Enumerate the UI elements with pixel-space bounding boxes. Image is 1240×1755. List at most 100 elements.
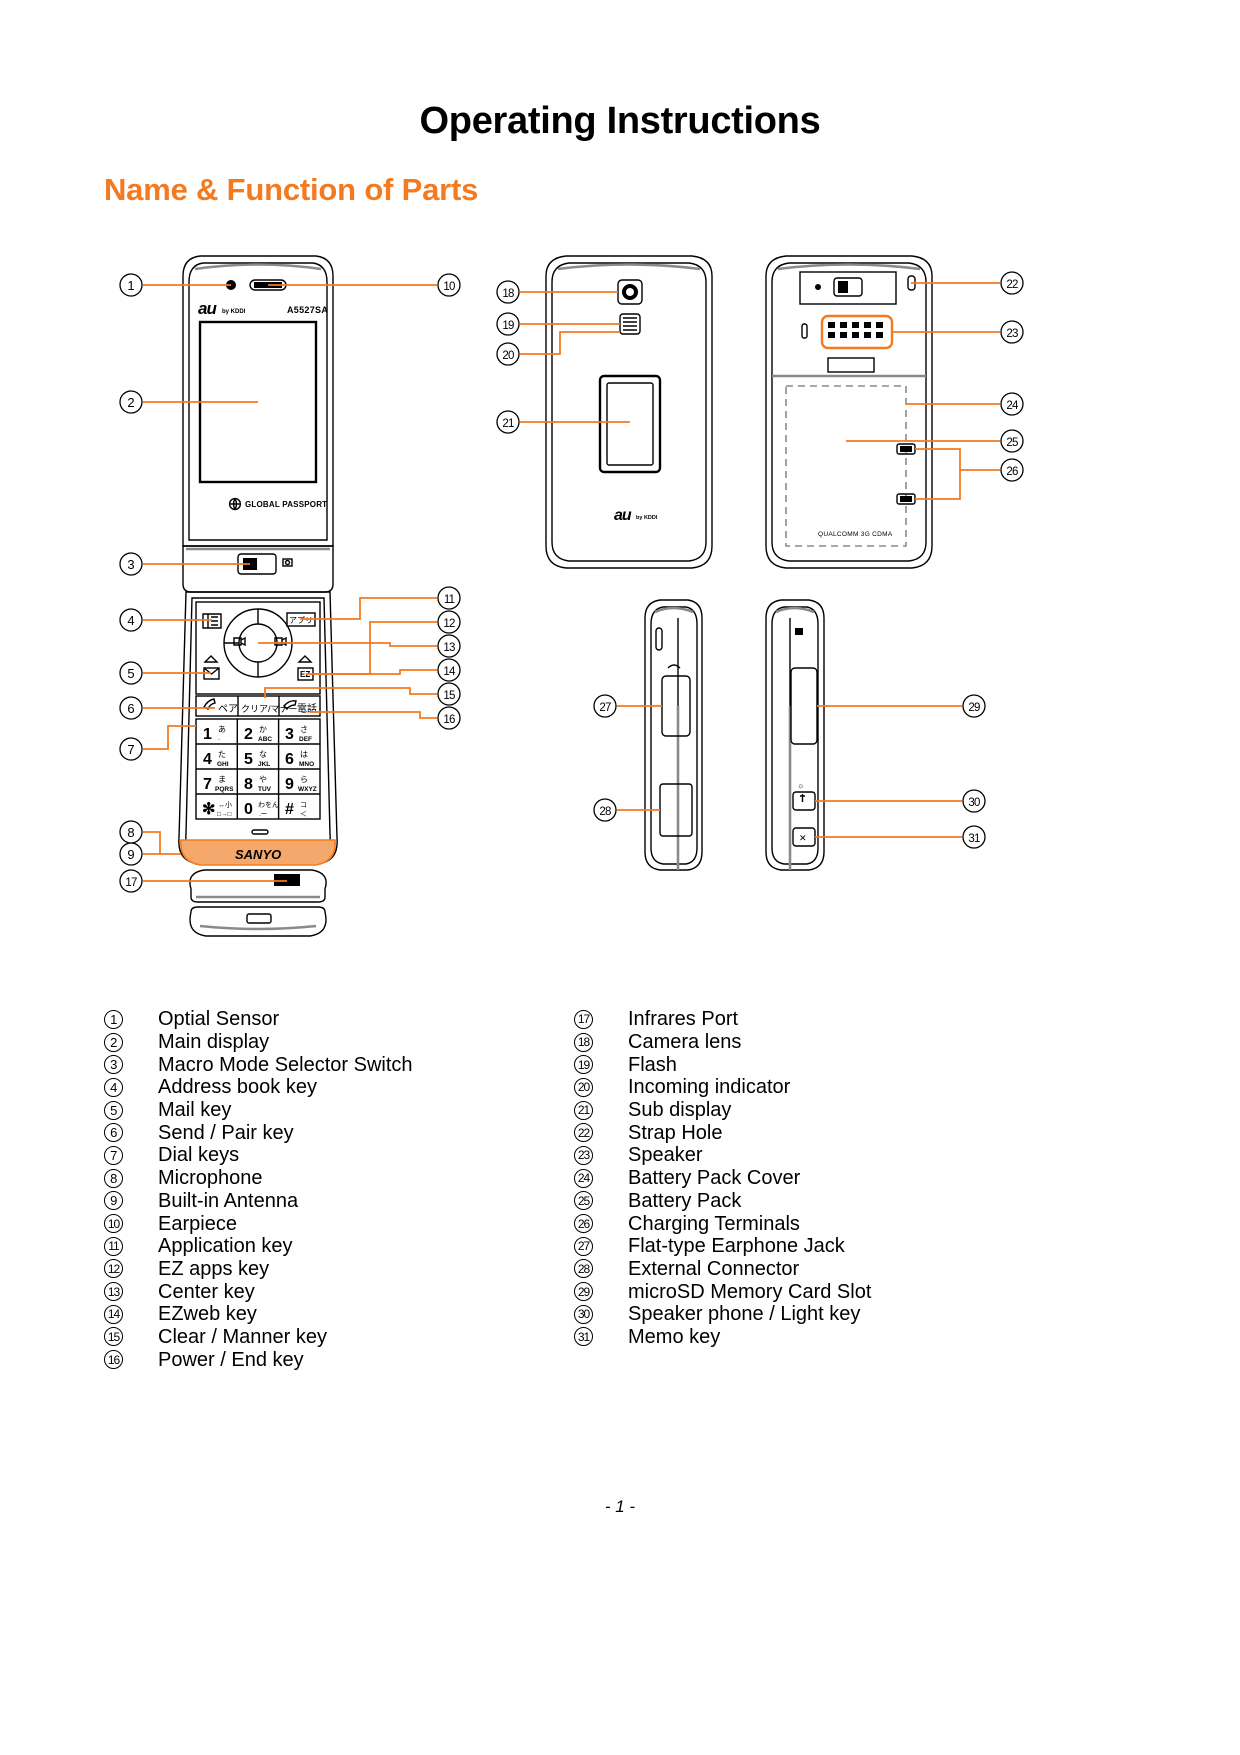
legend-item-number: 21 — [574, 1100, 628, 1120]
page-title: Operating Instructions — [419, 100, 821, 142]
svg-text:au: au — [198, 299, 217, 318]
ezweb-key: EZ — [297, 655, 314, 681]
legend-item-label: Microphone — [158, 1167, 263, 1190]
section-title: Name & Function of Parts — [104, 172, 479, 207]
legend-item-number: 22 — [574, 1123, 628, 1143]
legend-item: 5 Mail key — [104, 1099, 413, 1122]
svg-text:ま: ま — [218, 775, 226, 784]
microsd-slot — [790, 667, 818, 745]
front-view-illustration: au by KDDI A5527SA GLOBAL PASSPORT アプリ E… — [178, 255, 338, 937]
legend-item-number: 18 — [574, 1032, 628, 1052]
svg-text:21: 21 — [502, 418, 514, 430]
svg-text:0: 0 — [244, 801, 253, 818]
legend-item-number: 23 — [574, 1145, 628, 1165]
legend-item-label: Address book key — [158, 1076, 317, 1099]
speaker-grille — [801, 314, 894, 350]
qualcomm-badge-text: QUALCOMM 3G CDMA — [818, 531, 893, 538]
side-right-view-illustration: ☼ ✕ — [765, 599, 825, 871]
legend-item-label: Earpiece — [158, 1212, 237, 1235]
svg-text:.: . — [218, 735, 220, 742]
legend-item-number: 13 — [104, 1282, 158, 1302]
legend-item-label: Incoming indicator — [628, 1076, 791, 1099]
sub-display-frame — [598, 374, 662, 474]
legend-item: 14 EZweb key — [104, 1303, 413, 1326]
legend-item-label: EZ apps key — [158, 1257, 270, 1280]
svg-text:12: 12 — [443, 618, 455, 630]
legend-item-label: Application key — [158, 1235, 293, 1258]
svg-text:は: は — [300, 750, 308, 759]
legend-item-number: 27 — [574, 1236, 628, 1256]
legend-column-right: 17 Infrares Port 18 Camera lens 19 Flash 20 Inc… — [574, 1008, 871, 1348]
legend-item-label: Built-in Antenna — [158, 1189, 299, 1212]
legend-item: 29 microSD Memory Card Slot — [574, 1280, 871, 1303]
legend-item-number: 4 — [104, 1077, 158, 1097]
legend-item-number: 3 — [104, 1055, 158, 1075]
speaker-phone-light-key: ☼ — [792, 781, 816, 811]
parts-diagram: .ln{fill:none;stroke:#000;stroke-width:1… — [0, 236, 1240, 996]
legend-item-number: 28 — [574, 1259, 628, 1279]
address-book-key — [202, 613, 222, 629]
legend-item-number: 5 — [104, 1100, 158, 1120]
legend-item: 22 Strap Hole — [574, 1121, 871, 1144]
svg-text:GHI: GHI — [217, 761, 229, 768]
svg-text:6: 6 — [285, 751, 294, 768]
svg-text:30: 30 — [968, 797, 980, 809]
svg-text:1: 1 — [203, 726, 212, 743]
legend-item-label: Charging Terminals — [628, 1212, 800, 1235]
svg-text:5: 5 — [244, 751, 253, 768]
page-number: - 1 - — [604, 1497, 636, 1516]
svg-text:☼: ☼ — [797, 781, 804, 790]
legend-item: 2 Main display — [104, 1031, 413, 1054]
svg-text:コ: コ — [300, 801, 307, 809]
svg-text:22: 22 — [1006, 279, 1018, 291]
infrared-port — [274, 874, 300, 886]
svg-text:2: 2 — [244, 726, 253, 743]
legend-item-number: 10 — [104, 1214, 158, 1234]
svg-text:10: 10 — [443, 281, 455, 293]
legend-item-label: Speaker — [628, 1144, 703, 1167]
svg-text:31: 31 — [968, 833, 980, 845]
power-end-key-label: 電話 — [297, 702, 317, 715]
svg-text:20: 20 — [502, 350, 514, 362]
svg-text:6: 6 — [127, 701, 134, 716]
svg-text:3: 3 — [127, 557, 134, 572]
legend-item: 21 Sub display — [574, 1099, 871, 1122]
legend-item: 15 Clear / Manner key — [104, 1326, 413, 1349]
svg-text:17: 17 — [125, 877, 137, 889]
legend-item-label: Main display — [158, 1031, 270, 1054]
svg-text:26: 26 — [1006, 466, 1018, 478]
svg-text:.ー: .ー — [259, 811, 267, 818]
legend-item: 16 Power / End key — [104, 1348, 413, 1371]
svg-text:#: # — [285, 801, 294, 818]
svg-text:SANYO: SANYO — [235, 847, 281, 862]
legend-item-number: 6 — [104, 1123, 158, 1143]
svg-text:た: た — [218, 750, 226, 759]
legend-item: 17 Infrares Port — [574, 1008, 871, 1031]
legend-item-label: Center key — [158, 1280, 255, 1303]
macro-icon — [282, 558, 293, 567]
external-connector — [659, 783, 693, 837]
legend-item: 9 Built-in Antenna — [104, 1190, 413, 1213]
legend-item-label: Speaker phone / Light key — [628, 1303, 861, 1326]
legend-item-label: Mail key — [158, 1099, 232, 1122]
memo-key: ✕ — [792, 827, 816, 847]
svg-text:14: 14 — [443, 666, 456, 678]
send-pair-key: ペア — [203, 698, 238, 715]
document-page: Operating Instructions Name & Function o… — [0, 0, 1240, 1755]
legend-item-number: 26 — [574, 1214, 628, 1234]
legend-item-label: Strap Hole — [628, 1121, 723, 1144]
svg-text:WXYZ: WXYZ — [298, 786, 317, 793]
legend-item-number: 1 — [104, 1009, 158, 1029]
parts-legend: 1 Optial Sensor 2 Main display 3 Macro Mode S… — [0, 1008, 1240, 1388]
svg-text:か: か — [259, 725, 267, 734]
legend-item-number: 29 — [574, 1282, 628, 1302]
legend-item-label: EZweb key — [158, 1303, 257, 1326]
svg-text:13: 13 — [443, 642, 455, 654]
legend-item-number: 17 — [574, 1009, 628, 1029]
legend-item-number: 8 — [104, 1168, 158, 1188]
battery-pack-outline — [785, 385, 907, 547]
svg-text:JKL: JKL — [258, 761, 270, 768]
global-passport-badge: GLOBAL PASSPORT — [228, 497, 327, 511]
legend-item: 26 Charging Terminals — [574, 1212, 871, 1235]
clear-manner-key-label: クリア/マナー — [241, 704, 298, 714]
